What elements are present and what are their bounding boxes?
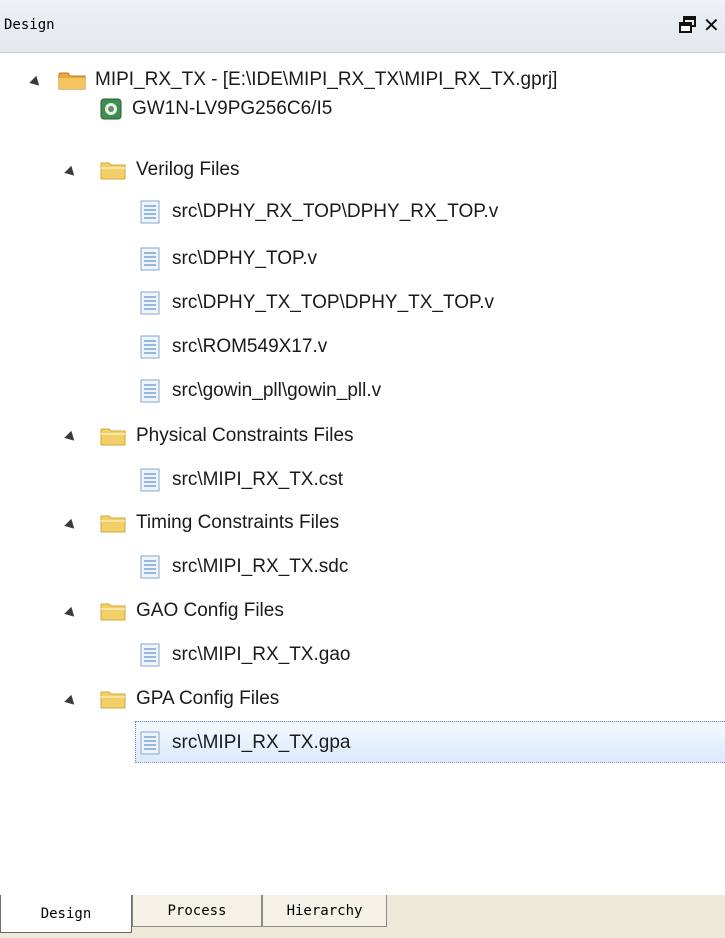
tab-hierarchy[interactable]: Hierarchy: [262, 895, 387, 927]
file-icon: [140, 731, 160, 755]
folder-icon: [100, 513, 126, 533]
collapse-verilog-icon[interactable]: [64, 165, 78, 180]
tree-folder-verilog[interactable]: Verilog Files: [100, 153, 240, 187]
tree-file-item[interactable]: src\MIPI_RX_TX.sdc: [140, 550, 348, 584]
folder-label: GPA Config Files: [136, 688, 280, 709]
file-label: src\MIPI_RX_TX.sdc: [172, 556, 349, 577]
tree-item-device[interactable]: GW1N-LV9PG256C6/I5: [100, 92, 332, 126]
file-icon: [140, 379, 160, 403]
file-label: src\DPHY_TX_TOP\DPHY_TX_TOP.v: [172, 292, 495, 313]
tree-file-item[interactable]: src\DPHY_RX_TOP\DPHY_RX_TOP.v: [140, 195, 498, 229]
collapse-project-icon[interactable]: [29, 75, 43, 90]
file-icon: [140, 555, 160, 579]
file-label: src\gowin_pll\gowin_pll.v: [172, 380, 382, 401]
tree-file-item[interactable]: src\MIPI_RX_TX.gao: [140, 638, 350, 672]
tree-folder-gao[interactable]: GAO Config Files: [100, 594, 284, 628]
device-label: GW1N-LV9PG256C6/I5: [132, 98, 333, 119]
tree-folder-timing[interactable]: Timing Constraints Files: [100, 506, 339, 540]
project-folder-icon: [58, 69, 86, 91]
tree-file-item[interactable]: src\MIPI_RX_TX.cst: [140, 463, 343, 497]
device-chip-icon: [100, 98, 122, 120]
folder-label: Physical Constraints Files: [136, 425, 354, 446]
project-label: MIPI_RX_TX - [E:\IDE\MIPI_RX_TX\MIPI_RX_…: [95, 69, 558, 90]
collapse-gao-icon[interactable]: [64, 606, 78, 621]
collapse-gpa-icon[interactable]: [64, 694, 78, 709]
file-label: src\DPHY_TOP.v: [172, 248, 318, 269]
tree-file-item[interactable]: src\DPHY_TOP.v: [140, 242, 317, 276]
panel-title: Design: [4, 17, 55, 33]
folder-label: GAO Config Files: [136, 600, 284, 621]
file-icon: [140, 247, 160, 271]
file-label: src\MIPI_RX_TX.gpa: [172, 732, 351, 753]
tree-file-item[interactable]: src\ROM549X17.v: [140, 330, 327, 364]
float-window-icon[interactable]: [678, 15, 698, 35]
file-icon: [140, 335, 160, 359]
folder-icon: [100, 160, 126, 180]
collapse-physical-icon[interactable]: [64, 430, 78, 445]
folder-icon: [100, 426, 126, 446]
file-icon: [140, 468, 160, 492]
tree-file-item-selected[interactable]: src\MIPI_RX_TX.gpa: [140, 726, 350, 760]
folder-label: Verilog Files: [136, 159, 240, 180]
tree-file-item[interactable]: src\gowin_pll\gowin_pll.v: [140, 374, 381, 408]
collapse-timing-icon[interactable]: [64, 518, 78, 533]
tree-folder-physical[interactable]: Physical Constraints Files: [100, 419, 354, 453]
design-tree: MIPI_RX_TX - [E:\IDE\MIPI_RX_TX\MIPI_RX_…: [0, 53, 725, 895]
tab-process[interactable]: Process: [132, 895, 262, 927]
file-icon: [140, 643, 160, 667]
file-label: src\DPHY_RX_TOP\DPHY_RX_TOP.v: [172, 201, 499, 222]
tab-design[interactable]: Design: [0, 895, 132, 933]
folder-label: Timing Constraints Files: [136, 512, 340, 533]
tree-file-item[interactable]: src\DPHY_TX_TOP\DPHY_TX_TOP.v: [140, 286, 494, 320]
tree-folder-gpa[interactable]: GPA Config Files: [100, 682, 279, 716]
file-label: src\MIPI_RX_TX.cst: [172, 469, 344, 490]
close-icon[interactable]: ✕: [703, 13, 720, 38]
file-icon: [140, 291, 160, 315]
panel-title-bar: Design ✕: [0, 0, 725, 53]
folder-icon: [100, 601, 126, 621]
file-label: src\ROM549X17.v: [172, 336, 328, 357]
file-icon: [140, 200, 160, 224]
file-label: src\MIPI_RX_TX.gao: [172, 644, 351, 665]
folder-icon: [100, 689, 126, 709]
panel-tab-bar: Design Process Hierarchy: [0, 895, 725, 938]
